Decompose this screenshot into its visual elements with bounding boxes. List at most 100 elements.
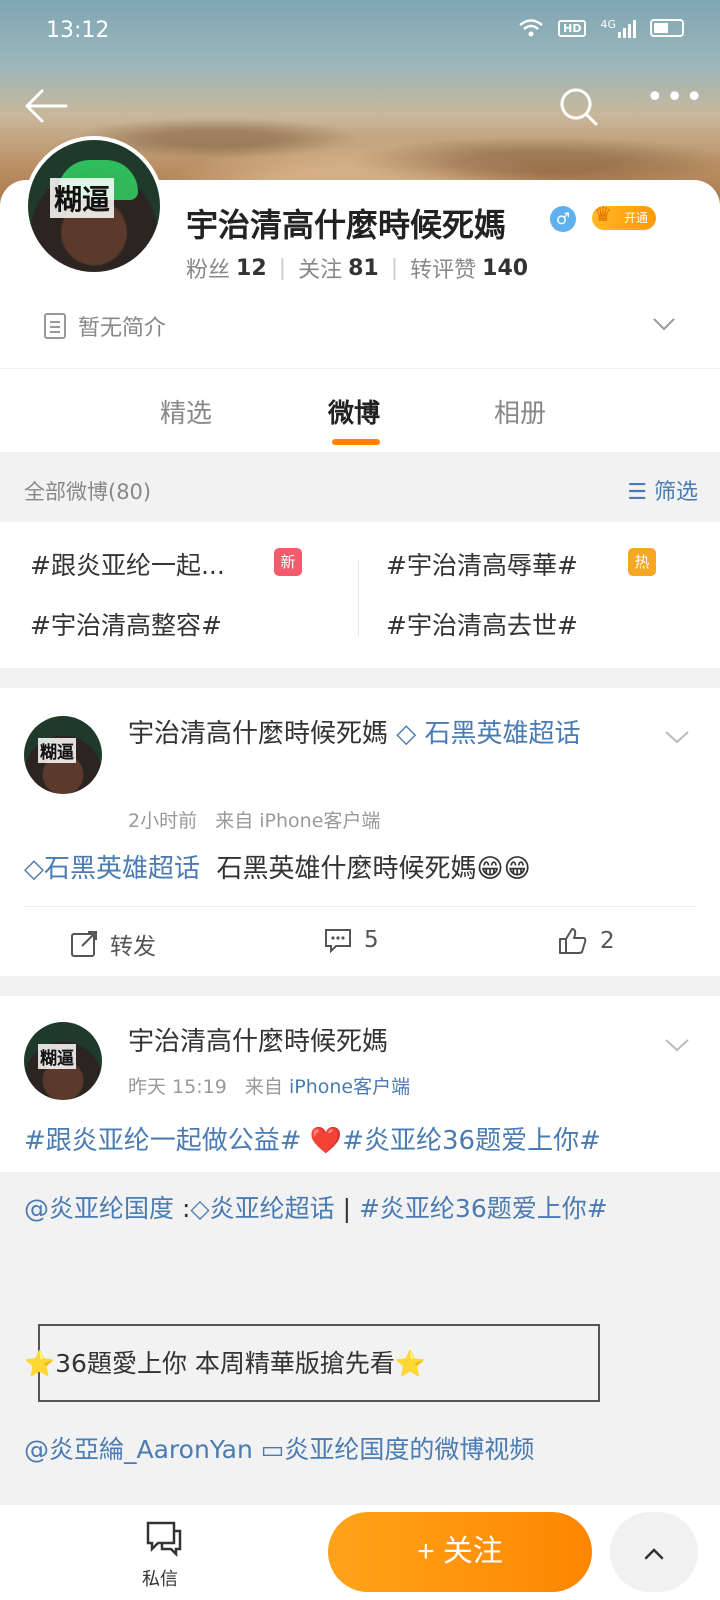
bio-expand-button[interactable] [652,312,676,336]
tab-album[interactable]: 相册 [494,393,546,430]
post-menu-button[interactable] [664,724,690,750]
signal-icon: 4G [600,18,636,38]
weibo-count: 全部微博(80) [24,480,152,504]
post-actions: 转发 5 2 [24,906,696,976]
topic-item[interactable]: #宇治清高整容# [30,606,222,642]
gender-male-icon: ♂ [550,206,576,232]
more-dots-icon: ••• [646,80,706,115]
post-time: 2小时前 [128,810,198,832]
topic-item[interactable]: #跟炎亚纶一起... [30,546,225,582]
repost-supertopic[interactable]: 炎亚纶超话 [210,1194,335,1223]
bio-doc-icon [44,313,66,339]
post-author[interactable]: 宇治清高什麼時候死媽 [128,1022,628,1062]
repost-separator: | [342,1194,359,1223]
comment-icon [325,929,351,953]
post-avatar[interactable]: 糊逼 [24,716,102,794]
post-meta: 昨天 15:19 来自 iPhone客户端 [128,1072,410,1099]
post-source[interactable]: iPhone客户端 [289,1076,410,1098]
profile-name: 宇治清高什麼時候死媽 [186,206,507,244]
comment-button[interactable]: 5 [324,927,379,953]
repost-button[interactable]: 转发 [70,927,156,961]
filter-button[interactable]: ☰ 筛选 [627,474,698,506]
repost-header: @炎亚纶国度 :◇炎亚纶超话 | #炎亚纶36题爱上你# [24,1190,684,1228]
network-label: 4G [600,18,616,31]
post-text: 石黑英雄什麼時候死媽😁😁 [216,854,531,884]
post-source-prefix: 来自 [244,1076,283,1098]
avatar-tag: 糊逼 [38,738,76,763]
like-count: 2 [600,928,615,954]
back-arrow-icon [25,89,68,123]
video-link-label: 炎亚纶国度的微博视频 [284,1435,535,1464]
supertopic-link[interactable]: ◇ 石黑英雄超话 [396,719,580,749]
vip-badge[interactable]: 开通 [592,202,656,230]
post-author[interactable]: 宇治清高什麼時候死媽 ◇ 石黑英雄超话 [128,714,628,754]
repost-topic[interactable]: #炎亚纶36题爱上你# [359,1194,608,1223]
diamond-icon: ◇ [24,854,44,884]
fans-label[interactable]: 粉丝 [186,252,230,284]
repost-label: 转发 [110,934,156,960]
scroll-top-button[interactable] [610,1512,698,1592]
interactions-count: 140 [482,255,529,281]
author-name: 宇治清高什麼時候死媽 [128,719,389,749]
chevron-down-icon [665,731,689,744]
post-time: 昨天 15:19 [128,1076,227,1098]
more-button[interactable]: ••• [646,83,703,126]
fans-count[interactable]: 12 [236,256,267,281]
tab-weibo[interactable]: 微博 [328,393,380,430]
supertopic-link[interactable]: ◇石黑英雄超话 [24,854,200,884]
repost-colon: : [174,1194,191,1223]
avatar-tag: 糊逼 [38,1044,76,1069]
avatar-tag: 糊逼 [50,178,115,218]
topic-link[interactable]: #炎亚纶36题爱上你# [342,1126,601,1156]
thumbs-up-icon [559,928,587,954]
topic-divider [358,560,359,636]
repost-footer: @炎亞綸_AaronYan ▭炎亚纶国度的微博视频 [24,1430,534,1466]
follow-button[interactable]: + 关注 [328,1512,592,1592]
diamond-icon: ◇ [190,1194,210,1223]
topic-link[interactable]: #跟炎亚纶一起做公益# [24,1126,302,1156]
post-menu-button[interactable] [664,1032,690,1058]
hot-badge: 热 [628,548,656,576]
video-link[interactable]: ▭炎亚纶国度的微博视频 [261,1435,535,1464]
filter-icon: ☰ [627,480,654,505]
message-icon [146,1521,182,1558]
post-source: 来自 iPhone客户端 [215,810,381,832]
topic-item[interactable]: #宇治清高去世# [386,606,578,642]
profile-avatar[interactable]: 糊逼 [24,136,164,276]
like-button[interactable]: 2 [558,927,615,955]
follow-count[interactable]: 81 [348,256,379,281]
search-button[interactable] [558,86,602,130]
hd-icon: HD [558,19,587,37]
chevron-down-icon [653,318,675,331]
mention-link[interactable]: @炎亞綸_AaronYan [24,1435,253,1464]
supertopic-name: 石黑英雄超话 [44,854,201,884]
battery-icon [650,19,684,37]
tab-featured[interactable]: 精选 [160,393,212,430]
filter-bar: 全部微博(80) ☰ 筛选 [0,456,720,522]
status-bar: 13:12 HD 4G [0,0,720,60]
post-avatar[interactable]: 糊逼 [24,1022,102,1100]
dm-button[interactable] [142,1519,186,1561]
weibo-post: 糊逼 宇治清高什麼時候死媽 昨天 15:19 来自 iPhone客户端 #跟炎亚… [0,996,720,1504]
profile-stats: 粉丝 12 | 关注 81 | 转评赞 140 [186,252,536,284]
frame-text: ⭐36題愛上你 本周精華版搶先看⭐ [24,1349,427,1378]
reposted-content[interactable]: @炎亚纶国度 :◇炎亚纶超话 | #炎亚纶36题爱上你# ⭐36題愛上你 本周精… [0,1172,720,1504]
status-time: 13:12 [46,18,110,43]
diamond-icon: ◇ [396,719,417,749]
topic-item[interactable]: #宇治清高辱華# [386,546,578,582]
search-icon [560,88,598,126]
profile-bio[interactable]: 暂无简介 [44,310,166,342]
repost-icon [71,931,97,957]
chevron-up-icon [644,1548,664,1560]
chevron-down-icon [665,1039,689,1052]
post-content: #跟炎亚纶一起做公益# ❤️#炎亚纶36题爱上你# [24,1120,601,1157]
topics-panel: #跟炎亚纶一起... 新 #宇治清高辱華# 热 #宇治清高整容# #宇治清高去世… [0,522,720,668]
new-badge: 新 [274,548,302,576]
dm-label: 私信 [142,1569,178,1590]
back-button[interactable] [22,86,72,126]
weibo-post: 糊逼 宇治清高什麼時候死媽 ◇ 石黑英雄超话 2小时前 来自 iPhone客户端… [0,688,720,976]
bio-text: 暂无简介 [78,316,167,341]
follow-label[interactable]: 关注 [298,252,342,284]
repost-author[interactable]: @炎亚纶国度 [24,1194,174,1223]
filter-label: 筛选 [653,480,698,505]
